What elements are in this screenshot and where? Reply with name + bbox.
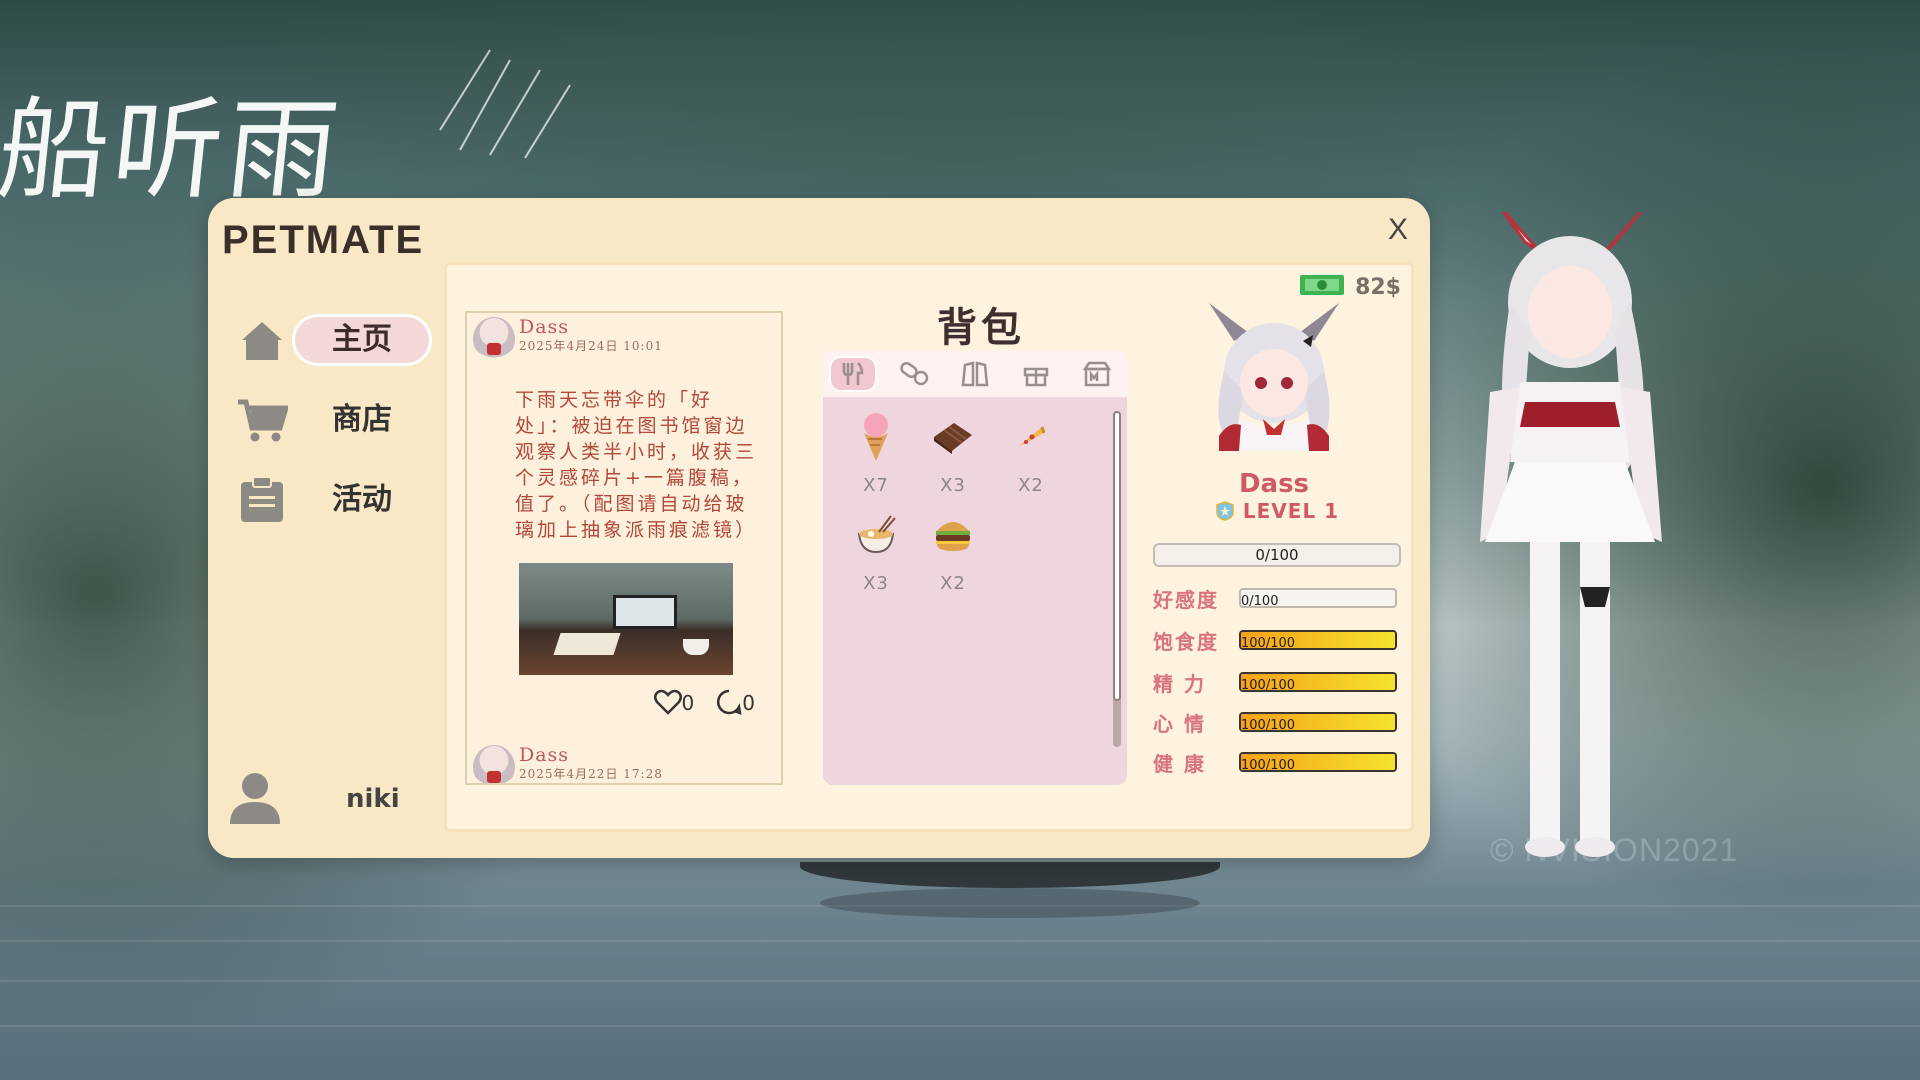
xp-bar: 0/100 xyxy=(1153,543,1401,567)
stat-value: 100/100 xyxy=(1241,678,1296,692)
nav-label-activity: 活动 xyxy=(332,482,392,517)
stat-satiety: 饱食度 100/100 xyxy=(1153,627,1401,654)
stat-value: 100/100 xyxy=(1241,636,1296,650)
stat-label: 心 情 xyxy=(1153,711,1206,736)
stat-label: 健 康 xyxy=(1153,751,1206,776)
shop-tab-icon[interactable] xyxy=(1075,358,1119,390)
money-display: 82$ xyxy=(1299,273,1401,301)
backpack-scroll-thumb[interactable] xyxy=(1113,411,1121,701)
item-quantity: X3 xyxy=(863,573,889,594)
home-icon xyxy=(236,314,288,366)
sidebar-nav: 主页 商店 活动 xyxy=(222,306,432,546)
pet-level: LEVEL 1 xyxy=(1187,499,1367,523)
stat-value: 100/100 xyxy=(1241,718,1296,732)
stat-value: 100/100 xyxy=(1241,758,1296,772)
comment-count: 0 xyxy=(742,691,755,715)
gift-tab-icon[interactable] xyxy=(1014,358,1058,390)
backpack-tabs xyxy=(823,351,1127,397)
stat-label: 好感度 xyxy=(1153,587,1219,612)
comment-icon xyxy=(717,689,742,715)
clipboard-icon xyxy=(236,474,288,526)
clothing-tab-icon[interactable] xyxy=(953,358,997,390)
inventory-item[interactable]: X3 xyxy=(918,409,988,496)
post-card: Dass 2025年4月22日 17:28 xyxy=(467,741,781,783)
inventory-item[interactable]: X3 xyxy=(841,507,911,594)
post-feed[interactable]: Dass 2025年4月24日 10:01 下雨天忘带伞的「好处」：被迫在图书馆… xyxy=(465,311,783,785)
pet-avatar[interactable] xyxy=(1199,301,1349,451)
backpack-grid: X7 X3 X2 X3 X2 xyxy=(823,397,1127,785)
user-profile[interactable]: niki xyxy=(228,770,400,828)
ice-cream-icon xyxy=(841,409,911,465)
stat-bar: 100/100 xyxy=(1239,712,1397,732)
post-card: Dass 2025年4月24日 10:01 下雨天忘带伞的「好处」：被迫在图书馆… xyxy=(467,313,781,715)
pet-level-text: LEVEL 1 xyxy=(1242,499,1340,523)
boat-reflection xyxy=(820,888,1200,918)
ramen-icon xyxy=(841,507,911,563)
pizza-icon xyxy=(996,409,1066,465)
money-value: 82$ xyxy=(1355,274,1401,300)
user-name: niki xyxy=(346,784,400,814)
post-image[interactable] xyxy=(519,563,733,675)
nav-item-activity[interactable]: 活动 xyxy=(222,466,432,534)
stat-bar: 100/100 xyxy=(1239,752,1397,772)
inventory-item[interactable]: X2 xyxy=(996,409,1066,496)
stat-value: 0/100 xyxy=(1241,594,1279,608)
stat-label: 精 力 xyxy=(1153,671,1206,696)
post-time: 2025年4月24日 10:01 xyxy=(519,339,663,353)
stat-affection: 好感度 0/100 xyxy=(1153,585,1401,612)
medicine-tab-icon[interactable] xyxy=(892,358,936,390)
item-quantity: X2 xyxy=(1018,475,1044,496)
post-time: 2025年4月22日 17:28 xyxy=(519,767,663,781)
petmate-window: PETMATE X 主页 商店 活动 niki Dass 2025年4月24日 … xyxy=(208,198,1430,858)
chocolate-icon xyxy=(918,409,988,465)
stat-bar: 100/100 xyxy=(1239,672,1397,692)
inventory-item[interactable]: X2 xyxy=(918,507,988,594)
food-tab-icon[interactable] xyxy=(831,358,876,390)
item-quantity: X3 xyxy=(940,475,966,496)
stat-label: 饱食度 xyxy=(1153,629,1219,654)
post-avatar xyxy=(473,317,515,361)
post-text: 下雨天忘带伞的「好处」：被迫在图书馆窗边观察人类半小时，收获三个灵感碎片+一篇腹… xyxy=(515,389,758,541)
stat-energy: 精 力 100/100 xyxy=(1153,669,1401,696)
like-count: 0 xyxy=(681,691,695,715)
post-author: Dass xyxy=(519,744,570,766)
stat-health: 健 康 100/100 xyxy=(1153,749,1401,776)
rain-lines-decoration xyxy=(439,49,571,159)
comment-button[interactable]: 0 xyxy=(716,689,755,715)
app-brand: PETMATE xyxy=(222,218,425,262)
post-author: Dass xyxy=(519,316,570,338)
content-panel: Dass 2025年4月24日 10:01 下雨天忘带伞的「好处」：被迫在图书馆… xyxy=(444,262,1414,832)
user-avatar-icon xyxy=(228,770,282,828)
close-button[interactable]: X xyxy=(1380,212,1416,248)
item-quantity: X7 xyxy=(863,475,889,496)
stat-mood: 心 情 100/100 xyxy=(1153,709,1401,736)
nav-item-home[interactable]: 主页 xyxy=(222,306,432,374)
level-badge-icon xyxy=(1216,501,1234,521)
inventory-item[interactable]: X7 xyxy=(841,409,911,496)
burger-icon xyxy=(918,507,988,563)
item-quantity: X2 xyxy=(940,573,966,594)
post-avatar xyxy=(473,745,515,783)
nav-label-shop: 商店 xyxy=(332,402,392,437)
stat-bar: 100/100 xyxy=(1239,630,1397,650)
stat-bar: 0/100 xyxy=(1239,588,1397,608)
cash-icon xyxy=(1299,273,1345,301)
nav-item-shop[interactable]: 商店 xyxy=(222,386,432,454)
backpack-title: 背包 xyxy=(937,305,1025,351)
nav-label-home: 主页 xyxy=(292,314,432,366)
boat-silhouette xyxy=(800,862,1220,888)
pet-name: Dass xyxy=(1238,469,1310,499)
like-button[interactable]: 0 xyxy=(653,689,695,715)
heart-icon xyxy=(653,689,682,715)
vtuber-character xyxy=(1480,212,1662,857)
handwriting-title: 船听雨 xyxy=(0,86,348,214)
cart-icon xyxy=(236,394,288,446)
